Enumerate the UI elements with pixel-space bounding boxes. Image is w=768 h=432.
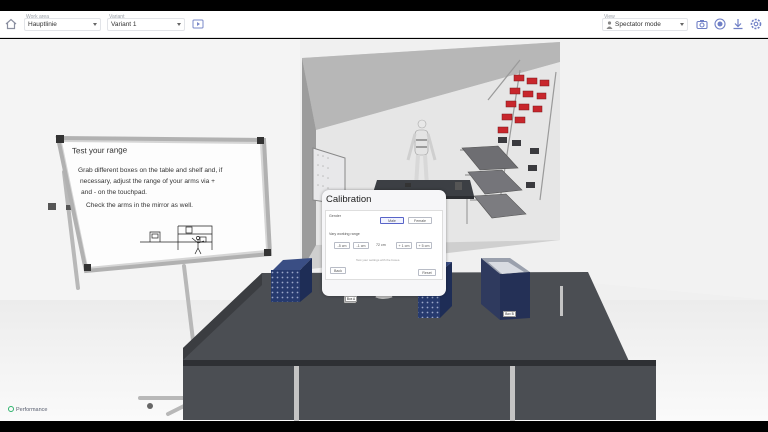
play-icon[interactable] bbox=[191, 17, 205, 31]
chevron-down-icon bbox=[93, 23, 97, 26]
home-icon[interactable] bbox=[4, 17, 18, 31]
view-value: Spectator mode bbox=[615, 21, 661, 28]
letterbox-bottom bbox=[0, 421, 768, 432]
range-minus-5-button[interactable]: -5 cm bbox=[334, 242, 350, 249]
whiteboard-line-4: Check the arms in the mirror as well. bbox=[86, 202, 193, 209]
performance-label: Performance bbox=[16, 407, 48, 413]
download-icon[interactable] bbox=[731, 17, 745, 31]
variant-value: Variant 1 bbox=[111, 21, 137, 28]
whiteboard-line-2: necessary, adjust the range of your arms… bbox=[80, 178, 215, 185]
chevron-down-icon bbox=[680, 23, 684, 26]
range-label: Vary working range bbox=[329, 232, 360, 236]
workarea-value: Hauptlinie bbox=[28, 21, 57, 28]
whiteboard-line-1: Grab different boxes on the table and sh… bbox=[78, 167, 223, 174]
range-value: 72 cm bbox=[376, 243, 386, 247]
range-plus-1-button[interactable]: + 1 cm bbox=[396, 242, 412, 249]
gender-label: Gender bbox=[329, 214, 341, 218]
whiteboard-line-3: and - on the touchpad. bbox=[81, 189, 147, 196]
letterbox-top bbox=[0, 0, 768, 11]
calibration-hint: Test your settings with the boxes. bbox=[356, 258, 401, 262]
range-plus-5-button[interactable]: + 5 cm bbox=[416, 242, 432, 249]
calibration-title: Calibration bbox=[326, 194, 372, 205]
variant-select[interactable]: Variant 1 bbox=[107, 18, 185, 31]
box-label-b: Box B bbox=[503, 311, 516, 317]
performance-ring-icon bbox=[8, 406, 14, 412]
box-label-a: Box A bbox=[345, 296, 357, 302]
view-select[interactable]: Spectator mode bbox=[602, 18, 688, 31]
gender-male-button[interactable]: Male bbox=[380, 217, 404, 224]
chevron-down-icon bbox=[177, 23, 181, 26]
record-icon[interactable] bbox=[713, 17, 727, 31]
reset-button[interactable]: Reset bbox=[418, 269, 436, 276]
gender-female-button[interactable]: Female bbox=[408, 217, 432, 224]
camera-icon[interactable] bbox=[695, 17, 709, 31]
settings-icon[interactable] bbox=[749, 17, 763, 31]
vr-scene-viewport[interactable]: Test your range Grab different boxes on … bbox=[0, 39, 768, 421]
top-toolbar: Work area Hauptlinie Variant Variant 1 V… bbox=[0, 11, 768, 38]
calibration-panel: Gender Male Female Vary working range -5… bbox=[325, 210, 443, 280]
range-minus-1-button[interactable]: -1 cm bbox=[353, 242, 369, 249]
person-icon bbox=[606, 21, 613, 29]
whiteboard-title: Test your range bbox=[71, 145, 128, 156]
workarea-select[interactable]: Hauptlinie bbox=[24, 18, 101, 31]
back-button[interactable]: Back bbox=[330, 267, 346, 274]
calibration-dialog: Calibration Gender Male Female Vary work… bbox=[322, 190, 446, 296]
performance-indicator[interactable]: Performance bbox=[8, 406, 48, 413]
